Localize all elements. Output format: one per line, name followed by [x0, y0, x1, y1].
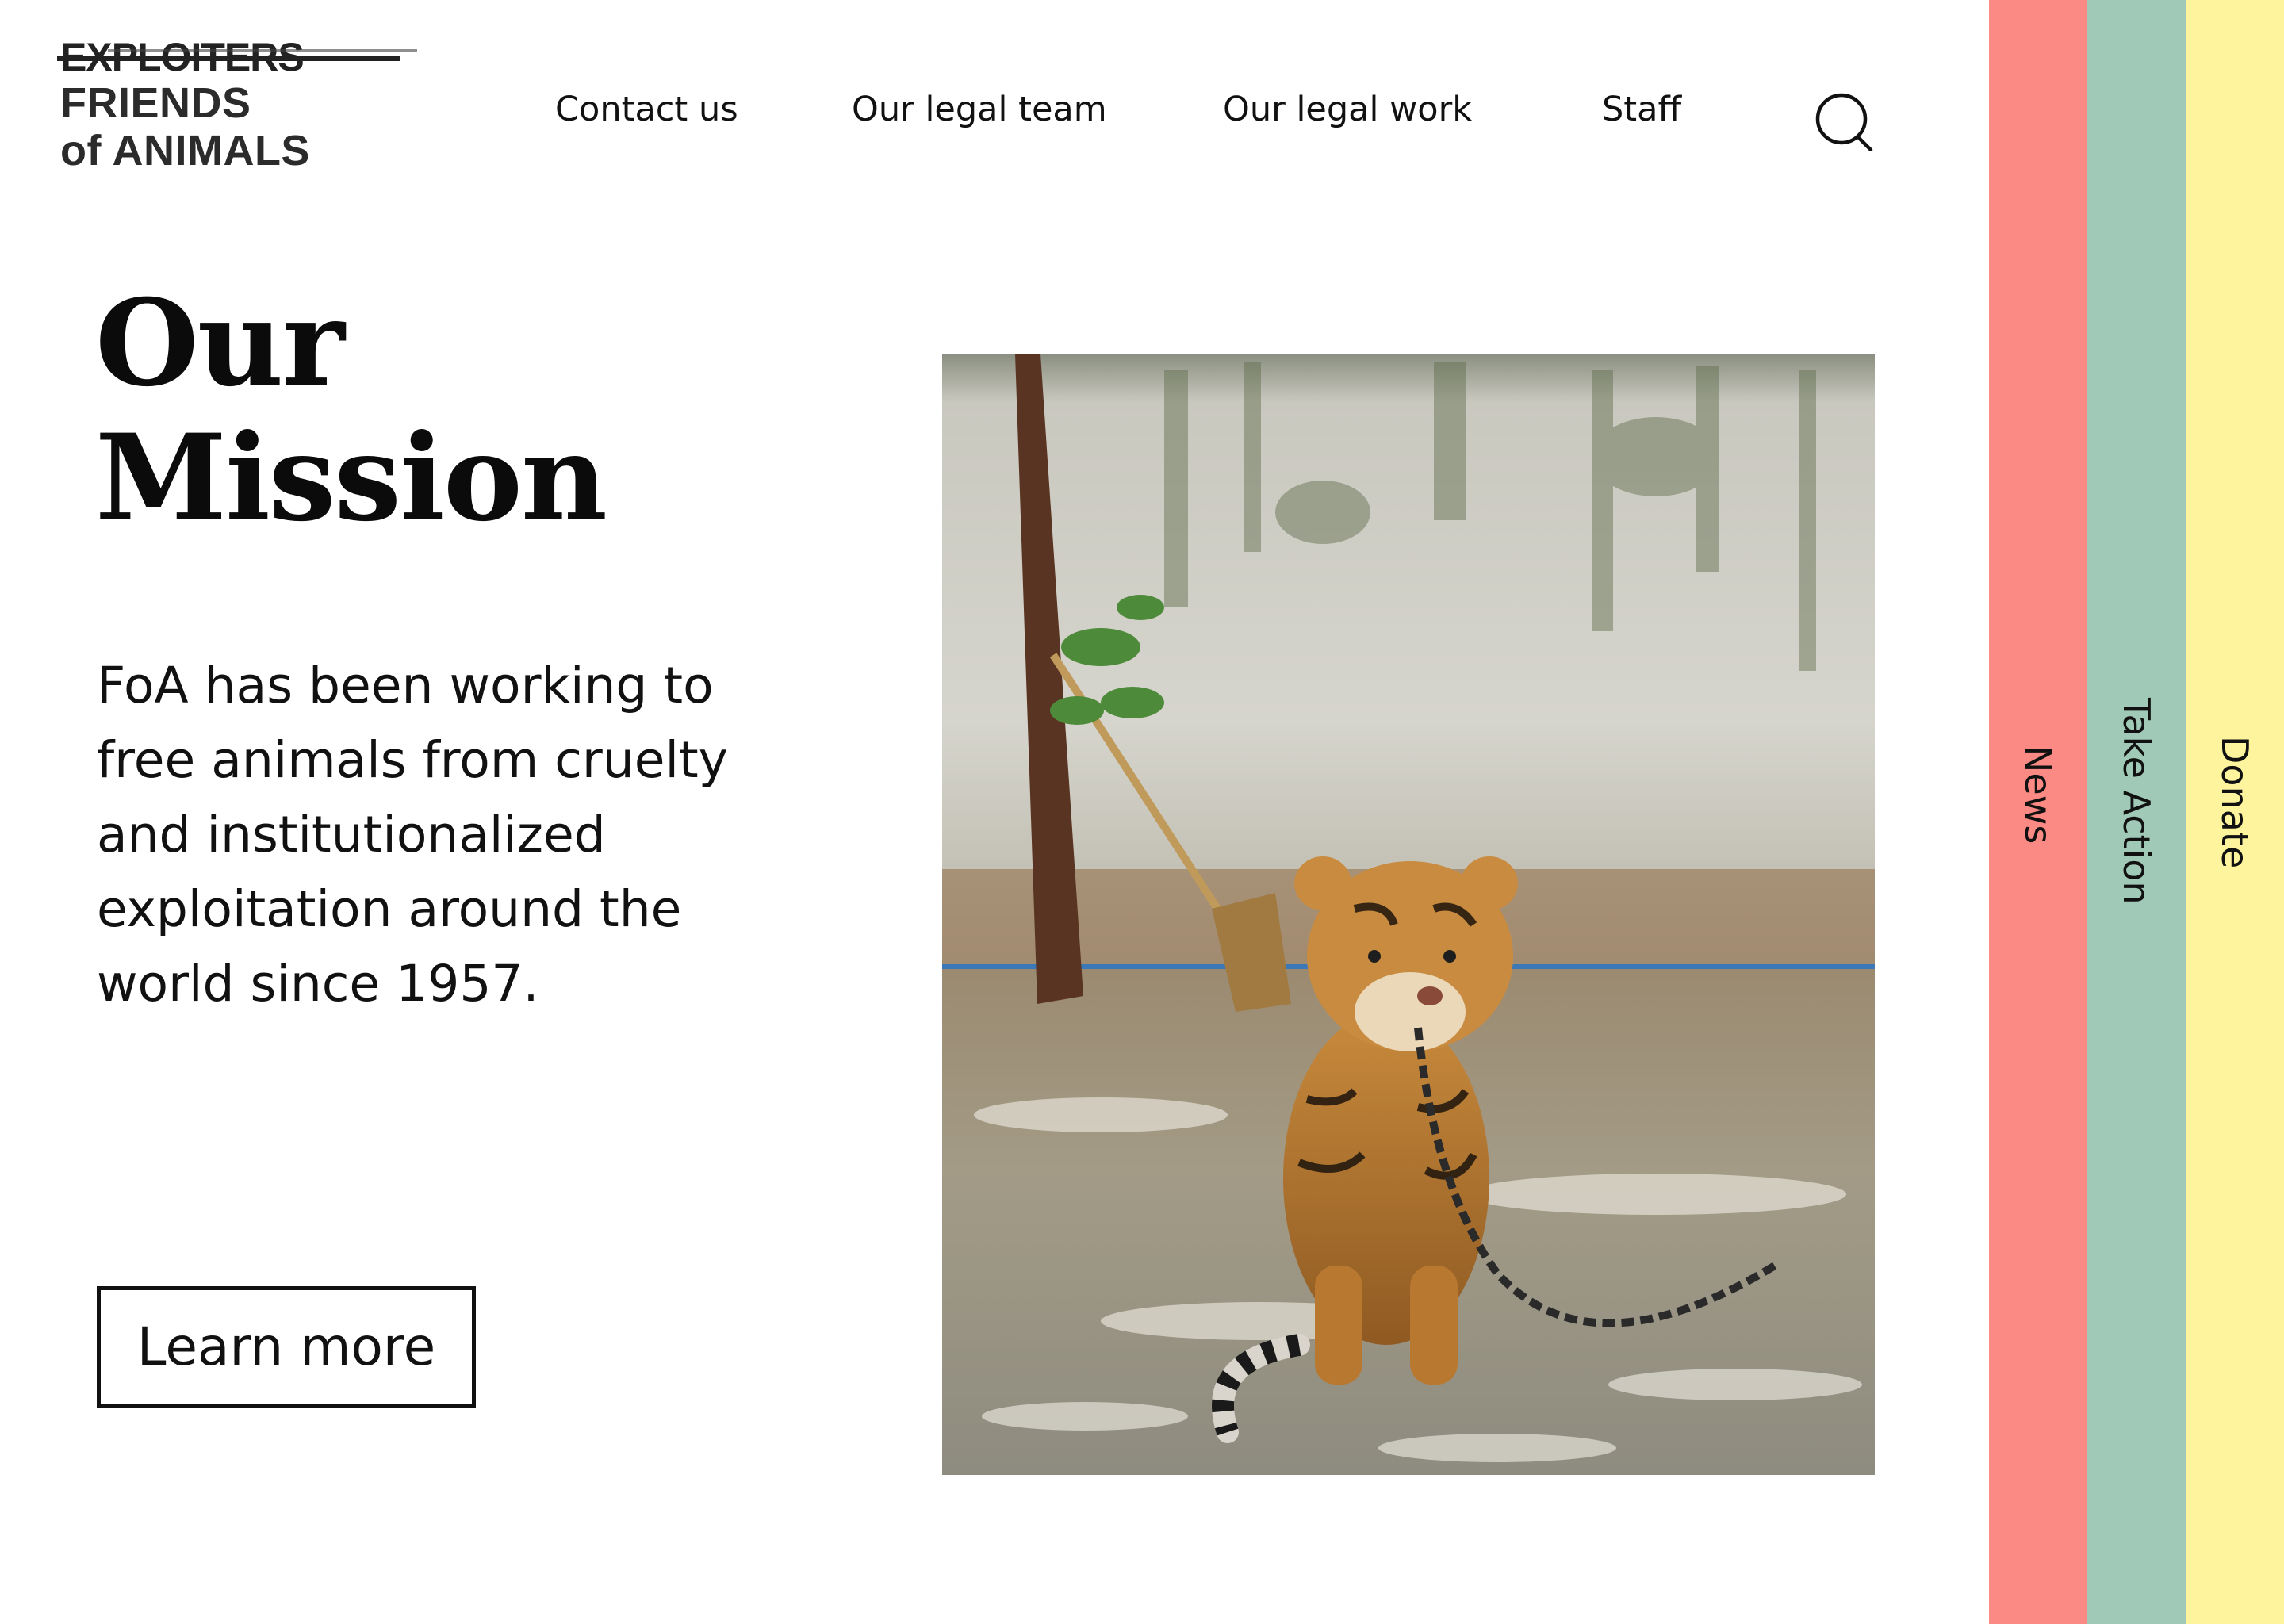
page-title-line-1: Our — [95, 274, 345, 413]
side-tab-take-action[interactable]: Take Action — [2087, 0, 2186, 1624]
side-tab-donate-label: Donate — [2213, 736, 2256, 869]
side-tab-donate[interactable]: Donate — [2186, 0, 2284, 1624]
logo-strikethrough-text: EXPLOITERS — [57, 35, 417, 79]
side-tab-news-label: News — [2017, 745, 2060, 845]
nav-contact-us[interactable]: Contact us — [555, 86, 738, 133]
logo-line-animals: of ANIMALS — [60, 127, 310, 174]
nav-staff[interactable]: Staff — [1602, 86, 1681, 133]
logo-line-friends: FRIENDS — [60, 79, 251, 127]
page-title: Our Mission — [95, 276, 809, 546]
side-tab-take-action-label: Take Action — [2115, 698, 2158, 905]
hero-photo — [942, 354, 1875, 1475]
nav-our-legal-work[interactable]: Our legal work — [1223, 86, 1472, 133]
mission-description: FoA has been working to free animals fro… — [97, 657, 728, 1013]
learn-more-button[interactable]: Learn more — [97, 1286, 476, 1408]
side-tab-news[interactable]: News — [1989, 0, 2087, 1624]
search-button[interactable] — [1815, 92, 1873, 151]
page-title-line-2: Mission — [95, 408, 607, 548]
nav-our-legal-team[interactable]: Our legal team — [852, 86, 1107, 133]
search-icon — [1815, 93, 1873, 151]
site-logo[interactable]: EXPLOITERS FRIENDS of ANIMALS — [57, 35, 417, 178]
tiger-photo-illustration — [942, 354, 1875, 1475]
